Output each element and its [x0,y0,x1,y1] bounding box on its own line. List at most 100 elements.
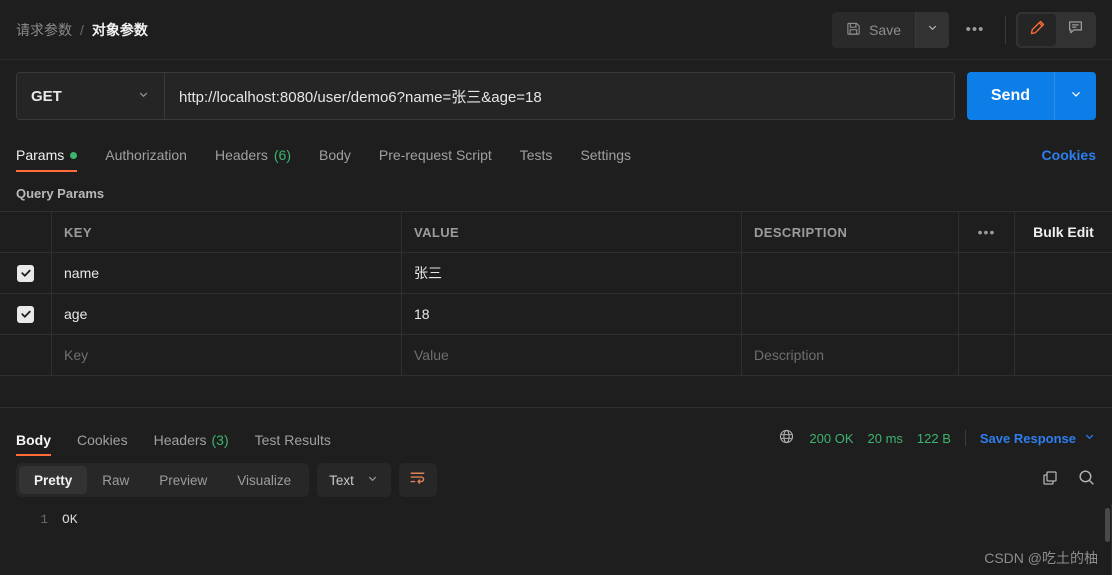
request-tabs: Params Authorization Headers (6) Body Pr… [0,132,1112,172]
floppy-disk-icon [846,21,861,39]
response-scrollbar[interactable] [1102,504,1112,575]
breadcrumb-current[interactable]: 对象参数 [92,20,148,40]
send-button[interactable]: Send [966,72,1054,120]
chevron-down-icon [137,88,150,105]
query-params-table: KEY VALUE DESCRIPTION ••• Bulk Edit name… [0,211,1112,376]
tab-authorization-label: Authorization [105,147,187,163]
response-tab-cookies-label: Cookies [77,432,128,448]
tab-params-label: Params [16,147,65,163]
copy-icon[interactable] [1041,469,1059,492]
header-more-options-button[interactable]: ••• [955,12,995,48]
response-format-value: Text [329,472,354,488]
response-body-content[interactable]: OK [62,512,78,575]
http-method-selector[interactable]: GET [16,72,164,120]
param-value[interactable]: 18 [414,306,430,322]
response-tabs: Body Cookies Headers (3) Test Results 20… [0,414,1112,456]
breadcrumb-separator: / [80,21,84,38]
cookies-link[interactable]: Cookies [1042,147,1096,172]
response-view-mode-group: Pretty Raw Preview Visualize [16,463,310,497]
tab-headers-label: Headers [214,147,268,163]
row-options[interactable] [959,253,1015,293]
scrollbar-thumb[interactable] [1105,508,1110,542]
pane-divider[interactable] [0,407,1112,408]
response-tab-headers[interactable]: Headers (3) [154,432,229,456]
response-tab-headers-label: Headers [153,432,207,448]
header-actions: Save ••• [832,11,1096,48]
response-format-selector[interactable]: Text [317,463,391,497]
table-header-row: KEY VALUE DESCRIPTION ••• Bulk Edit [0,212,1112,253]
word-wrap-button[interactable] [398,463,437,497]
meta-divider [964,430,966,446]
tab-body[interactable]: Body [319,147,351,172]
response-tab-body-label: Body [16,432,51,448]
table-row-empty[interactable]: Key Value Description [0,335,1112,376]
response-tab-test-results[interactable]: Test Results [255,432,331,456]
response-size: 122 B [916,430,951,446]
edit-mode-button[interactable] [1018,13,1056,46]
response-tools [1041,468,1096,492]
breadcrumb-parent[interactable]: 请求参数 [16,20,72,40]
save-button[interactable]: Save [832,11,915,48]
response-tab-cookies[interactable]: Cookies [77,432,128,456]
row-spacer [1015,253,1112,293]
new-param-description-input[interactable]: Description [754,347,824,363]
view-mode-preview[interactable]: Preview [144,466,222,494]
row-options[interactable] [959,294,1015,334]
search-icon[interactable] [1077,468,1096,492]
view-mode-pretty[interactable]: Pretty [19,466,88,494]
param-key[interactable]: age [64,306,87,322]
tab-headers-count: (6) [273,147,291,163]
response-body-area: 1 OK CSDN @吃土的柚 [0,504,1112,575]
new-param-value-input[interactable]: Value [414,347,449,363]
tab-tests[interactable]: Tests [520,147,553,172]
request-url-input[interactable]: http://localhost:8080/user/demo6?name=张三… [164,72,955,120]
postman-window: 请求参数 / 对象参数 Save ••• GET http://localhos… [0,0,1112,575]
row-checkbox[interactable] [17,305,34,323]
bulk-edit-button[interactable]: Bulk Edit [1015,212,1112,252]
chevron-down-icon [1083,430,1096,446]
column-header-description: DESCRIPTION [754,224,848,240]
column-header-value: VALUE [414,224,460,240]
comment-mode-button[interactable] [1056,14,1094,46]
table-options-button[interactable]: ••• [959,212,1015,252]
tab-authorization[interactable]: Authorization [105,147,187,172]
column-header-key: KEY [64,224,92,240]
save-dropdown-button[interactable] [915,11,949,48]
save-response-button[interactable]: Save Response [980,430,1096,446]
row-checkbox[interactable] [17,264,34,282]
chevron-down-icon [366,472,379,488]
param-value[interactable]: 张三 [414,263,442,283]
row-spacer [1015,294,1112,334]
line-number-gutter: 1 [40,512,48,527]
save-response-label: Save Response [979,430,1076,446]
send-dropdown-button[interactable] [1054,72,1096,120]
tab-body-label: Body [319,147,351,163]
send-button-group: Send [966,72,1096,120]
tab-pre-request-script[interactable]: Pre-request Script [379,147,492,172]
tab-tests-label: Tests [519,147,553,163]
table-row[interactable]: name 张三 [0,253,1112,294]
view-mode-toggle-group [1016,11,1096,48]
tab-settings-label: Settings [580,147,632,163]
top-header-bar: 请求参数 / 对象参数 Save ••• [0,0,1112,60]
tab-settings[interactable]: Settings [580,147,631,172]
response-tab-body[interactable]: Body [16,432,51,456]
param-key[interactable]: name [64,265,99,281]
ellipsis-icon: ••• [965,21,985,38]
view-mode-raw[interactable]: Raw [87,466,144,494]
response-time: 20 ms [867,430,903,446]
response-view-toolbar: Pretty Raw Preview Visualize Text [0,456,1112,504]
new-param-key-input[interactable]: Key [64,347,88,363]
params-modified-dot-icon [70,151,78,159]
tab-headers[interactable]: Headers (6) [215,147,291,172]
tab-params[interactable]: Params [16,147,78,172]
header-checkbox-cell [0,212,52,252]
save-button-label: Save [869,21,901,38]
response-tab-test-results-label: Test Results [254,432,331,448]
pencil-icon [1029,19,1046,41]
table-row[interactable]: age 18 [0,294,1112,335]
query-params-title: Query Params [16,186,105,201]
http-method-value: GET [31,87,62,105]
empty-row-spacer [1015,335,1112,375]
view-mode-visualize[interactable]: Visualize [222,466,306,494]
